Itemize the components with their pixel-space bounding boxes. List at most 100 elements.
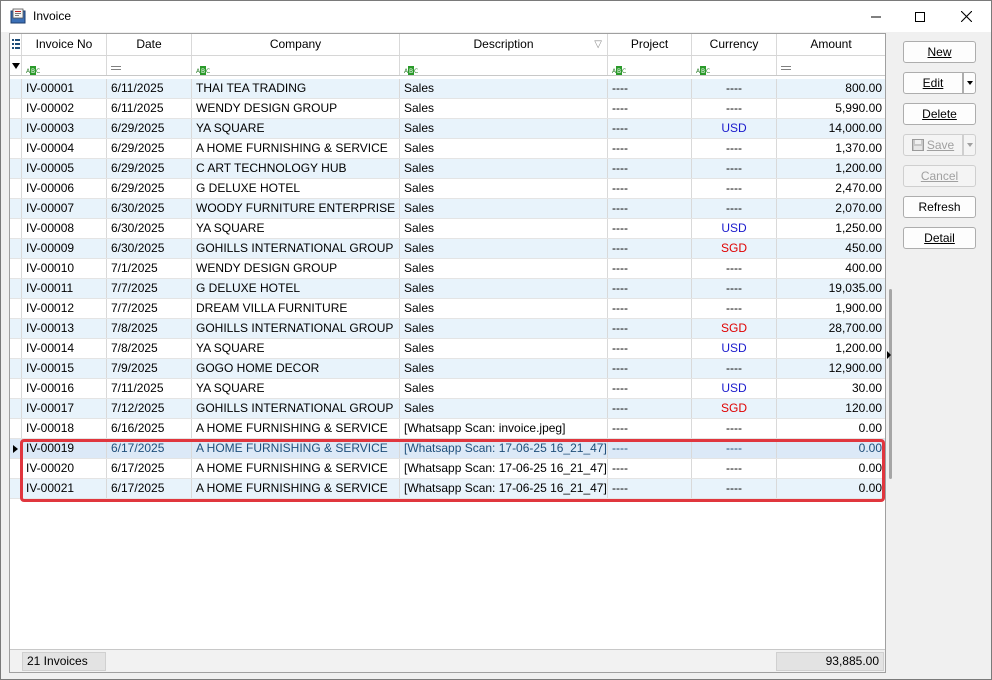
filter-project[interactable]: ABC [608,56,692,75]
cell-currency[interactable]: ---- [692,359,777,378]
cell-project[interactable]: ---- [608,139,692,158]
cell-company[interactable]: YA SQUARE [192,379,400,398]
cell-project[interactable]: ---- [608,439,692,458]
cell-company[interactable]: YA SQUARE [192,219,400,238]
table-row[interactable]: IV-00021 6/17/2025 A HOME FURNISHING & SER… [10,479,885,499]
cell-amount[interactable]: 1,370.00 [777,139,885,158]
cell-currency[interactable]: USD [692,379,777,398]
cell-amount[interactable]: 0.00 [777,419,885,438]
cell-invoice-no[interactable]: IV-00010 [22,259,107,278]
table-row[interactable]: IV-00007 6/30/2025 WOODY FURNITURE ENTERPR… [10,199,885,219]
cell-description[interactable]: Sales [400,359,608,378]
cell-currency[interactable]: ---- [692,259,777,278]
row-indicator[interactable] [10,379,22,398]
table-row[interactable]: IV-00011 7/7/2025 G DELUXE HOTEL Sales ---- -… [10,279,885,299]
cell-date[interactable]: 6/29/2025 [107,179,192,198]
cell-invoice-no[interactable]: IV-00020 [22,459,107,478]
close-button[interactable] [943,1,989,32]
filter-amount[interactable] [777,56,885,75]
cell-amount[interactable]: 120.00 [777,399,885,418]
cell-description[interactable]: [Whatsapp Scan: 17-06-25 16_21_47] [400,479,608,498]
cell-currency[interactable]: ---- [692,179,777,198]
table-row[interactable]: IV-00006 6/29/2025 G DELUXE HOTEL Sales ----… [10,179,885,199]
cell-invoice-no[interactable]: IV-00008 [22,219,107,238]
cell-invoice-no[interactable]: IV-00012 [22,299,107,318]
save-button[interactable]: Save [903,134,963,156]
row-indicator[interactable] [10,279,22,298]
cell-invoice-no[interactable]: IV-00013 [22,319,107,338]
table-row[interactable]: IV-00020 6/17/2025 A HOME FURNISHING & SER… [10,459,885,479]
cell-invoice-no[interactable]: IV-00001 [22,79,107,98]
row-indicator[interactable] [10,79,22,98]
save-dropdown-button[interactable] [963,134,976,156]
row-indicator[interactable] [10,99,22,118]
cell-amount[interactable]: 2,070.00 [777,199,885,218]
cell-description[interactable]: [Whatsapp Scan: 17-06-25 16_21_47] [400,439,608,458]
cell-project[interactable]: ---- [608,279,692,298]
table-row[interactable]: IV-00004 6/29/2025 A HOME FURNISHING & SER… [10,139,885,159]
cell-currency[interactable]: ---- [692,199,777,218]
cell-amount[interactable]: 1,900.00 [777,299,885,318]
cell-project[interactable]: ---- [608,159,692,178]
cell-amount[interactable]: 0.00 [777,439,885,458]
cell-description[interactable]: Sales [400,239,608,258]
table-row[interactable]: IV-00012 7/7/2025 DREAM VILLA FURNITURE Sal… [10,299,885,319]
minimize-button[interactable] [853,1,899,32]
column-header-company[interactable]: Company [192,34,400,55]
filter-icon[interactable]: ▽ [594,34,602,55]
cell-company[interactable]: GOGO HOME DECOR [192,359,400,378]
cell-company[interactable]: C ART TECHNOLOGY HUB [192,159,400,178]
cell-date[interactable]: 7/11/2025 [107,379,192,398]
cell-project[interactable]: ---- [608,459,692,478]
cell-currency[interactable]: ---- [692,99,777,118]
cell-description[interactable]: Sales [400,219,608,238]
cell-company[interactable]: THAI TEA TRADING [192,79,400,98]
cell-currency[interactable]: ---- [692,459,777,478]
cell-description[interactable]: Sales [400,299,608,318]
cell-company[interactable]: WENDY DESIGN GROUP [192,99,400,118]
table-row[interactable]: IV-00018 6/16/2025 A HOME FURNISHING & SER… [10,419,885,439]
cell-description[interactable]: Sales [400,339,608,358]
row-indicator[interactable] [10,299,22,318]
cell-invoice-no[interactable]: IV-00017 [22,399,107,418]
table-row[interactable]: IV-00013 7/8/2025 GOHILLS INTERNATIONAL GR… [10,319,885,339]
column-header-project[interactable]: Project [608,34,692,55]
cell-amount[interactable]: 0.00 [777,479,885,498]
cell-currency[interactable]: SGD [692,319,777,338]
cell-date[interactable]: 7/8/2025 [107,339,192,358]
cell-project[interactable]: ---- [608,239,692,258]
cell-invoice-no[interactable]: IV-00003 [22,119,107,138]
cell-date[interactable]: 6/16/2025 [107,419,192,438]
detail-button[interactable]: Detail [903,227,976,249]
row-indicator[interactable] [10,479,22,498]
cell-amount[interactable]: 28,700.00 [777,319,885,338]
cell-description[interactable]: Sales [400,179,608,198]
table-row[interactable]: IV-00015 7/9/2025 GOGO HOME DECOR Sales ----… [10,359,885,379]
cell-date[interactable]: 6/30/2025 [107,219,192,238]
cell-date[interactable]: 6/11/2025 [107,79,192,98]
cell-amount[interactable]: 30.00 [777,379,885,398]
row-indicator[interactable] [10,439,22,458]
cell-currency[interactable]: SGD [692,239,777,258]
cell-date[interactable]: 7/8/2025 [107,319,192,338]
cell-currency[interactable]: ---- [692,159,777,178]
cell-description[interactable]: Sales [400,199,608,218]
cell-project[interactable]: ---- [608,379,692,398]
row-indicator[interactable] [10,319,22,338]
cell-invoice-no[interactable]: IV-00018 [22,419,107,438]
cell-amount[interactable]: 1,200.00 [777,159,885,178]
table-row[interactable]: IV-00002 6/11/2025 WENDY DESIGN GROUP Sales… [10,99,885,119]
filter-company[interactable]: ABC [192,56,400,75]
table-row[interactable]: IV-00009 6/30/2025 GOHILLS INTERNATIONAL G… [10,239,885,259]
cell-date[interactable]: 7/9/2025 [107,359,192,378]
cell-description[interactable]: Sales [400,139,608,158]
cell-currency[interactable]: ---- [692,299,777,318]
cell-description[interactable]: Sales [400,159,608,178]
table-row[interactable]: IV-00017 7/12/2025 GOHILLS INTERNATIONAL G… [10,399,885,419]
cell-project[interactable]: ---- [608,79,692,98]
cell-company[interactable]: A HOME FURNISHING & SERVICE [192,139,400,158]
row-indicator[interactable] [10,139,22,158]
cell-amount[interactable]: 12,900.00 [777,359,885,378]
cell-amount[interactable]: 14,000.00 [777,119,885,138]
cell-project[interactable]: ---- [608,359,692,378]
